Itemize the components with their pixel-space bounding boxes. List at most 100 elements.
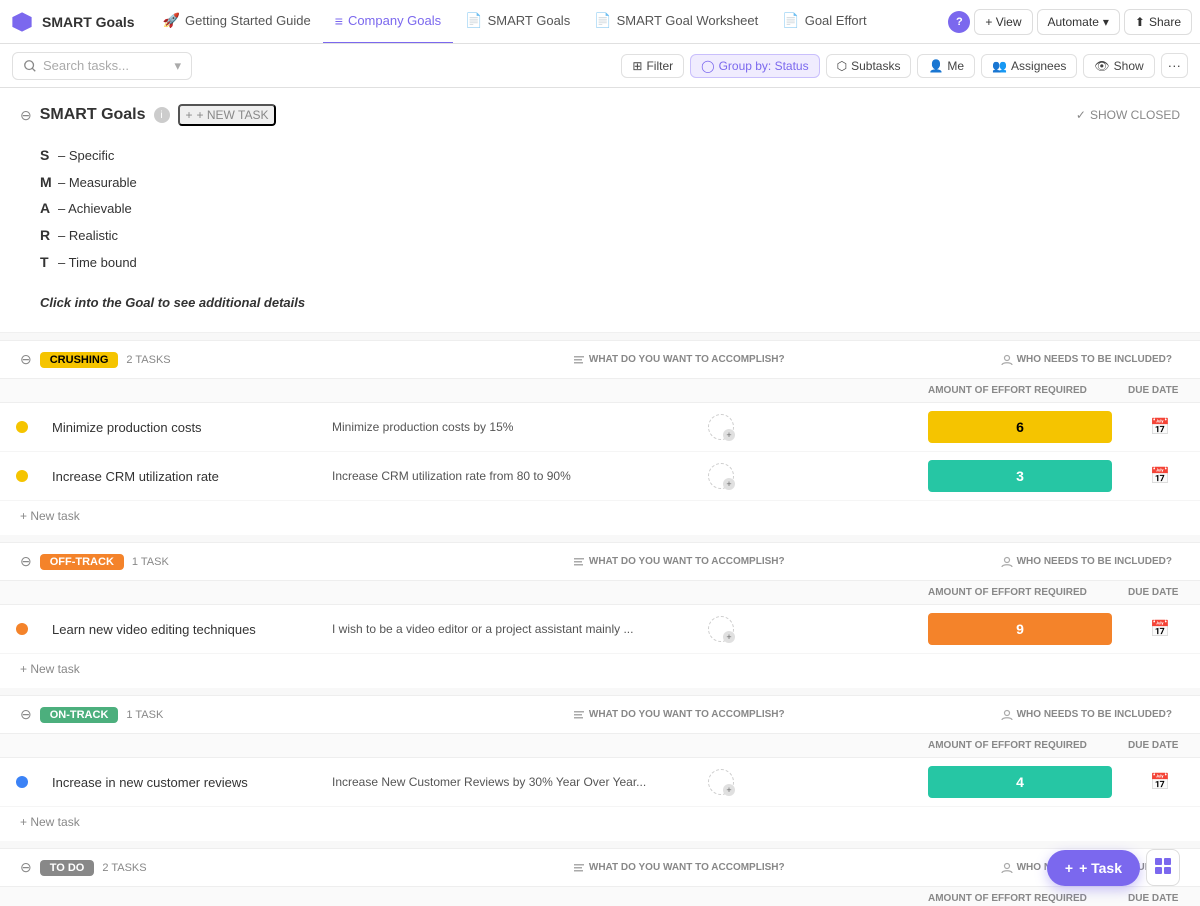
new-task-button[interactable]: + + NEW TASK bbox=[178, 104, 277, 126]
col-due-header3: DUE DATE bbox=[1120, 740, 1200, 751]
col-accomplish-3: WHAT DO YOU WANT TO ACCOMPLISH? bbox=[565, 709, 793, 721]
effort-bar: 3 bbox=[928, 460, 1112, 492]
add-assignee[interactable]: + bbox=[723, 478, 735, 490]
group-on-track: ⊖ ON-TRACK 1 TASK WHAT DO YOU WANT TO AC… bbox=[0, 688, 1200, 837]
accomplish-icon4 bbox=[573, 862, 585, 874]
toolbar: Search tasks... ▾ ⊞ Filter ◯ Group by: S… bbox=[0, 44, 1200, 88]
col-accomplish-4: WHAT DO YOU WANT TO ACCOMPLISH? bbox=[565, 862, 793, 874]
task-checkbox[interactable] bbox=[0, 421, 44, 433]
me-button[interactable]: 👤 Me bbox=[917, 54, 975, 78]
divider bbox=[0, 688, 1200, 696]
who-icon bbox=[1001, 354, 1013, 366]
goal-effort-icon: 📄 bbox=[782, 12, 799, 29]
due-date-cell[interactable]: 📅 bbox=[1120, 466, 1200, 486]
task-checkbox[interactable] bbox=[0, 623, 44, 635]
col-due-header: DUE DATE bbox=[1120, 385, 1200, 396]
smart-item-t: T – Time bound bbox=[40, 249, 1160, 276]
app-title: SMART Goals bbox=[42, 14, 135, 30]
col-due-header2: DUE DATE bbox=[1120, 587, 1200, 598]
smart-item-r: R – Realistic bbox=[40, 222, 1160, 249]
add-task-fab[interactable]: + + Task bbox=[1047, 850, 1140, 886]
col-effort-header4: AMOUNT OF EFFORT REQUIRED bbox=[920, 893, 1120, 904]
group-header-to-do: ⊖ TO DO 2 TASKS WHAT DO YOU WANT TO ACCO… bbox=[0, 849, 1200, 887]
info-icon[interactable]: i bbox=[154, 107, 170, 123]
tab-getting-started[interactable]: 🚀 Getting Started Guide bbox=[151, 0, 323, 44]
subtasks-button[interactable]: ⬡ Subtasks bbox=[826, 54, 912, 78]
click-hint: Click into the Goal to see additional de… bbox=[40, 291, 1160, 316]
collapse-button[interactable]: ⊖ bbox=[20, 107, 32, 124]
table-row[interactable]: Minimize production costs Minimize produ… bbox=[0, 403, 1200, 452]
group-by-button[interactable]: ◯ Group by: Status bbox=[690, 54, 819, 78]
task-name: Increase in new customer reviews bbox=[44, 775, 324, 790]
search-box[interactable]: Search tasks... ▾ bbox=[12, 52, 192, 80]
toolbar-right: ⊞ Filter ◯ Group by: Status ⬡ Subtasks 👤… bbox=[621, 53, 1188, 78]
task-checkbox[interactable] bbox=[0, 470, 44, 482]
collapse-off-track[interactable]: ⊖ bbox=[20, 553, 32, 570]
status-dot bbox=[16, 470, 28, 482]
table-row[interactable]: Learn new video editing techniques I wis… bbox=[0, 605, 1200, 654]
effort-cell: 6 bbox=[920, 411, 1120, 443]
add-assignee[interactable]: + bbox=[723, 784, 735, 796]
table-row[interactable]: Increase CRM utilization rate Increase C… bbox=[0, 452, 1200, 501]
col-effort-header: AMOUNT OF EFFORT REQUIRED bbox=[920, 385, 1120, 396]
share-button[interactable]: ⬆ Share bbox=[1124, 9, 1192, 35]
show-button[interactable]: 👁 Show bbox=[1083, 54, 1154, 78]
status-dot bbox=[16, 623, 28, 635]
col-who-1: WHO NEEDS TO BE INCLUDED? bbox=[993, 354, 1180, 366]
effort-cell: 4 bbox=[920, 766, 1120, 798]
due-date-cell[interactable]: 📅 bbox=[1120, 619, 1200, 639]
new-task-row[interactable]: + New task bbox=[0, 654, 1200, 684]
calendar-icon: 📅 bbox=[1150, 417, 1170, 437]
task-who: + bbox=[700, 769, 920, 795]
check-icon: ✓ bbox=[1076, 108, 1086, 122]
worksheet-icon: 📄 bbox=[594, 12, 611, 29]
new-task-row[interactable]: + New task bbox=[0, 807, 1200, 837]
add-assignee[interactable]: + bbox=[723, 631, 735, 643]
col-effort-header2: AMOUNT OF EFFORT REQUIRED bbox=[920, 587, 1120, 598]
task-count-crushing: 2 TASKS bbox=[126, 354, 170, 366]
avatar: + bbox=[708, 616, 734, 642]
fab-plus-icon: + bbox=[1065, 860, 1073, 876]
grid-view-button[interactable] bbox=[1146, 849, 1180, 886]
smart-item-a: A – Achievable bbox=[40, 195, 1160, 222]
collapse-on-track[interactable]: ⊖ bbox=[20, 706, 32, 723]
collapse-to-do[interactable]: ⊖ bbox=[20, 859, 32, 876]
task-accomplish: Minimize production costs by 15% bbox=[324, 420, 700, 434]
due-date-cell[interactable]: 📅 bbox=[1120, 772, 1200, 792]
accomplish-icon bbox=[573, 354, 585, 366]
tab-company-goals[interactable]: ≡ Company Goals bbox=[323, 0, 453, 44]
smart-list: S – Specific M – Measurable A – Achievab… bbox=[20, 138, 1180, 324]
calendar-icon: 📅 bbox=[1150, 466, 1170, 486]
more-button[interactable]: ··· bbox=[1161, 53, 1188, 78]
divider bbox=[0, 535, 1200, 543]
automate-button[interactable]: Automate ▾ bbox=[1037, 9, 1120, 35]
col-accomplish-header bbox=[324, 385, 700, 396]
smart-item-m: M – Measurable bbox=[40, 169, 1160, 196]
view-button[interactable]: + View bbox=[974, 9, 1032, 35]
show-closed-button[interactable]: ✓ SHOW CLOSED bbox=[1076, 108, 1180, 122]
col-effort-header3: AMOUNT OF EFFORT REQUIRED bbox=[920, 740, 1120, 751]
new-task-row[interactable]: + New task bbox=[0, 501, 1200, 531]
share-icon: ⬆ bbox=[1135, 15, 1145, 29]
smart-goals-title: SMART Goals bbox=[40, 106, 146, 124]
task-checkbox[interactable] bbox=[0, 776, 44, 788]
col-who-2: WHO NEEDS TO BE INCLUDED? bbox=[993, 556, 1180, 568]
add-assignee[interactable]: + bbox=[723, 429, 735, 441]
badge-to-do: TO DO bbox=[40, 860, 95, 876]
show-icon: 👁 bbox=[1094, 59, 1109, 73]
search-dropdown-icon: ▾ bbox=[174, 58, 181, 74]
table-row[interactable]: Increase in new customer reviews Increas… bbox=[0, 758, 1200, 807]
tab-smart-goal-worksheet[interactable]: 📄 SMART Goal Worksheet bbox=[582, 0, 770, 44]
help-button[interactable]: ? bbox=[948, 11, 970, 33]
collapse-crushing[interactable]: ⊖ bbox=[20, 351, 32, 368]
assignees-button[interactable]: 👥 Assignees bbox=[981, 54, 1077, 78]
calendar-icon: 📅 bbox=[1150, 772, 1170, 792]
tab-smart-goals[interactable]: 📄 SMART Goals bbox=[453, 0, 582, 44]
tab-goal-effort[interactable]: 📄 Goal Effort bbox=[770, 0, 878, 44]
company-goals-icon: ≡ bbox=[335, 13, 343, 29]
subtasks-icon: ⬡ bbox=[837, 59, 847, 73]
who-icon2 bbox=[1001, 556, 1013, 568]
badge-on-track: ON-TRACK bbox=[40, 707, 119, 723]
filter-button[interactable]: ⊞ Filter bbox=[621, 54, 684, 78]
due-date-cell[interactable]: 📅 bbox=[1120, 417, 1200, 437]
